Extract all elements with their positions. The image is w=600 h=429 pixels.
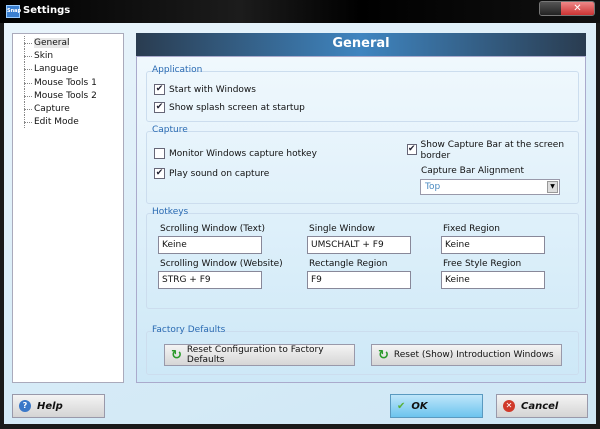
minimize-button[interactable] <box>540 2 561 15</box>
refresh-icon: ↻ <box>378 347 389 363</box>
window-title: Settings <box>23 5 71 16</box>
app-icon: Snap <box>6 5 21 18</box>
hotkey-rectangle-region-input[interactable]: F9 <box>307 271 411 289</box>
reset-configuration-button[interactable]: ↻ Reset Configuration to Factory Defaults <box>164 344 355 366</box>
check-icon: ✔ <box>397 400 406 412</box>
tree-item-mouse-tools-2[interactable]: Mouse Tools 2 <box>13 88 123 103</box>
hotkey-fixed-region-input[interactable]: Keine <box>441 236 545 254</box>
hotkeys-group: Hotkeys Scrolling Window (Text) Keine Si… <box>146 207 579 309</box>
application-group: Application ✔ Start with Windows ✔ Show sp… <box>146 65 579 122</box>
refresh-icon: ↻ <box>171 347 182 363</box>
show-capture-bar-checkbox[interactable]: ✔ Show Capture Bar at the screen border <box>407 140 567 162</box>
help-icon: ? <box>19 400 31 412</box>
help-button[interactable]: ? Help <box>12 394 105 418</box>
ok-button[interactable]: ✔ OK <box>390 394 483 418</box>
title-bar <box>0 0 600 23</box>
cancel-icon: ✕ <box>503 400 515 412</box>
alignment-dropdown[interactable]: Top ▼ <box>420 179 560 195</box>
factory-defaults-group: Factory Defaults ↻ Reset Configuration to… <box>146 325 579 375</box>
hotkey-scrolling-website-input[interactable]: STRG + F9 <box>158 271 262 289</box>
splash-screen-checkbox[interactable]: ✔ Show splash screen at startup <box>154 102 305 113</box>
cancel-button[interactable]: ✕ Cancel <box>496 394 588 418</box>
window-controls: ✕ <box>539 1 595 16</box>
hotkey-free-style-input[interactable]: Keine <box>441 271 545 289</box>
close-button[interactable]: ✕ <box>561 2 594 15</box>
tree-item-language[interactable]: Language <box>13 62 123 76</box>
play-sound-checkbox[interactable]: ✔ Play sound on capture <box>154 168 269 179</box>
tree-item-edit-mode[interactable]: Edit Mode <box>13 115 123 129</box>
tree-item-capture[interactable]: Capture <box>13 101 123 116</box>
hotkey-single-window-input[interactable]: UMSCHALT + F9 <box>307 236 411 254</box>
tree-item-mouse-tools-1[interactable]: Mouse Tools 1 <box>13 75 123 90</box>
general-panel: Application ✔ Start with Windows ✔ Show sp… <box>136 56 586 383</box>
chevron-down-icon[interactable]: ▼ <box>547 181 558 193</box>
monitor-hotkey-checkbox[interactable]: Monitor Windows capture hotkey <box>154 148 317 159</box>
start-with-windows-checkbox[interactable]: ✔ Start with Windows <box>154 84 256 95</box>
settings-tree: General Skin Language Mouse Tools 1 Mous… <box>12 33 124 383</box>
alignment-label: Capture Bar Alignment <box>421 166 525 176</box>
tree-item-skin[interactable]: Skin <box>13 49 123 63</box>
page-title: General <box>136 33 586 56</box>
tree-item-general[interactable]: General <box>13 35 123 50</box>
reset-intro-windows-button[interactable]: ↻ Reset (Show) Introduction Windows <box>371 344 562 366</box>
hotkey-scrolling-text-input[interactable]: Keine <box>158 236 262 254</box>
